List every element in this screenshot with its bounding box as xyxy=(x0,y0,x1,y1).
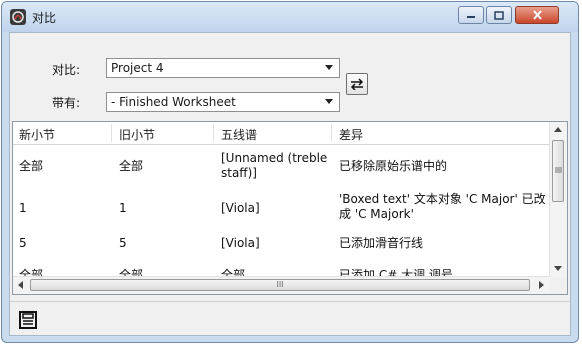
compare-dropdown[interactable]: Project 4 xyxy=(106,58,340,78)
maximize-button[interactable] xyxy=(486,6,512,24)
table-cell-new-bar[interactable]: 全部 xyxy=(19,159,43,174)
compare-window: 对比 对比: Project 4 带有: - Finished Workshee… xyxy=(1,1,579,343)
title-bar[interactable]: 对比 xyxy=(2,2,578,32)
differences-table: 新小节 旧小节 五线谱 差异 全部 全部 [Unnamed (treble st… xyxy=(12,121,568,295)
footer-divider xyxy=(10,301,570,302)
minimize-button[interactable] xyxy=(458,6,484,24)
column-divider[interactable] xyxy=(213,124,214,142)
column-staff[interactable]: 五线谱 xyxy=(221,126,257,143)
swap-button[interactable] xyxy=(346,73,368,95)
horizontal-scrollbar[interactable]: III xyxy=(13,276,551,294)
table-cell-old-bar[interactable]: 1 xyxy=(119,201,127,216)
table-cell-new-bar[interactable]: 5 xyxy=(19,236,27,251)
grip-icon xyxy=(555,167,562,173)
with-dropdown-value: - Finished Worksheet xyxy=(111,95,236,109)
close-button[interactable] xyxy=(515,6,559,24)
with-label: 带有: xyxy=(52,96,81,110)
maximize-icon xyxy=(494,10,504,20)
table-cell-difference[interactable]: 已移除原始乐谱中的 xyxy=(339,159,447,174)
table-header: 新小节 旧小节 五线谱 差异 xyxy=(13,122,551,145)
table-cell-old-bar[interactable]: 5 xyxy=(119,236,127,251)
app-logo-icon[interactable] xyxy=(10,9,26,25)
window-title: 对比 xyxy=(32,11,57,25)
table-cell-new-bar[interactable]: 1 xyxy=(19,201,27,216)
save-button[interactable] xyxy=(16,309,40,331)
with-dropdown[interactable]: - Finished Worksheet xyxy=(106,92,340,112)
swap-arrows-icon xyxy=(350,78,364,90)
compare-label: 对比: xyxy=(52,63,81,77)
table-cell-staff[interactable]: [Viola] xyxy=(221,201,260,216)
horizontal-scroll-thumb[interactable]: III xyxy=(30,279,530,291)
chevron-down-icon xyxy=(325,99,333,104)
close-icon xyxy=(532,10,542,20)
column-new-bar[interactable]: 新小节 xyxy=(19,126,55,143)
column-divider[interactable] xyxy=(331,124,332,142)
scroll-up-icon[interactable] xyxy=(554,127,562,132)
compare-dropdown-value: Project 4 xyxy=(111,61,164,75)
column-divider[interactable] xyxy=(111,124,112,142)
client-area: 对比: Project 4 带有: - Finished Worksheet 新… xyxy=(9,32,571,336)
table-cell-staff[interactable]: [Viola] xyxy=(221,236,260,251)
column-difference[interactable]: 差异 xyxy=(339,126,363,143)
table-cell-staff[interactable]: [Unnamed (treble staff)] xyxy=(221,151,329,181)
scroll-down-icon[interactable] xyxy=(554,266,562,271)
scroll-left-icon[interactable] xyxy=(18,281,23,289)
table-cell-difference[interactable]: 已添加滑音行线 xyxy=(339,236,423,251)
scroll-right-icon[interactable] xyxy=(539,281,544,289)
chevron-down-icon xyxy=(325,65,333,70)
grip-icon: III xyxy=(276,280,284,289)
vertical-scroll-thumb[interactable] xyxy=(552,140,564,202)
table-cell-old-bar[interactable]: 全部 xyxy=(119,159,143,174)
scroll-corner xyxy=(550,277,567,294)
table-cell-difference[interactable]: 'Boxed text' 文本对象 'C Major' 已改成 'C Major… xyxy=(339,192,549,224)
save-icon xyxy=(19,311,37,329)
column-old-bar[interactable]: 旧小节 xyxy=(119,126,155,143)
vertical-scrollbar[interactable] xyxy=(549,122,567,278)
minimize-icon xyxy=(467,16,475,18)
